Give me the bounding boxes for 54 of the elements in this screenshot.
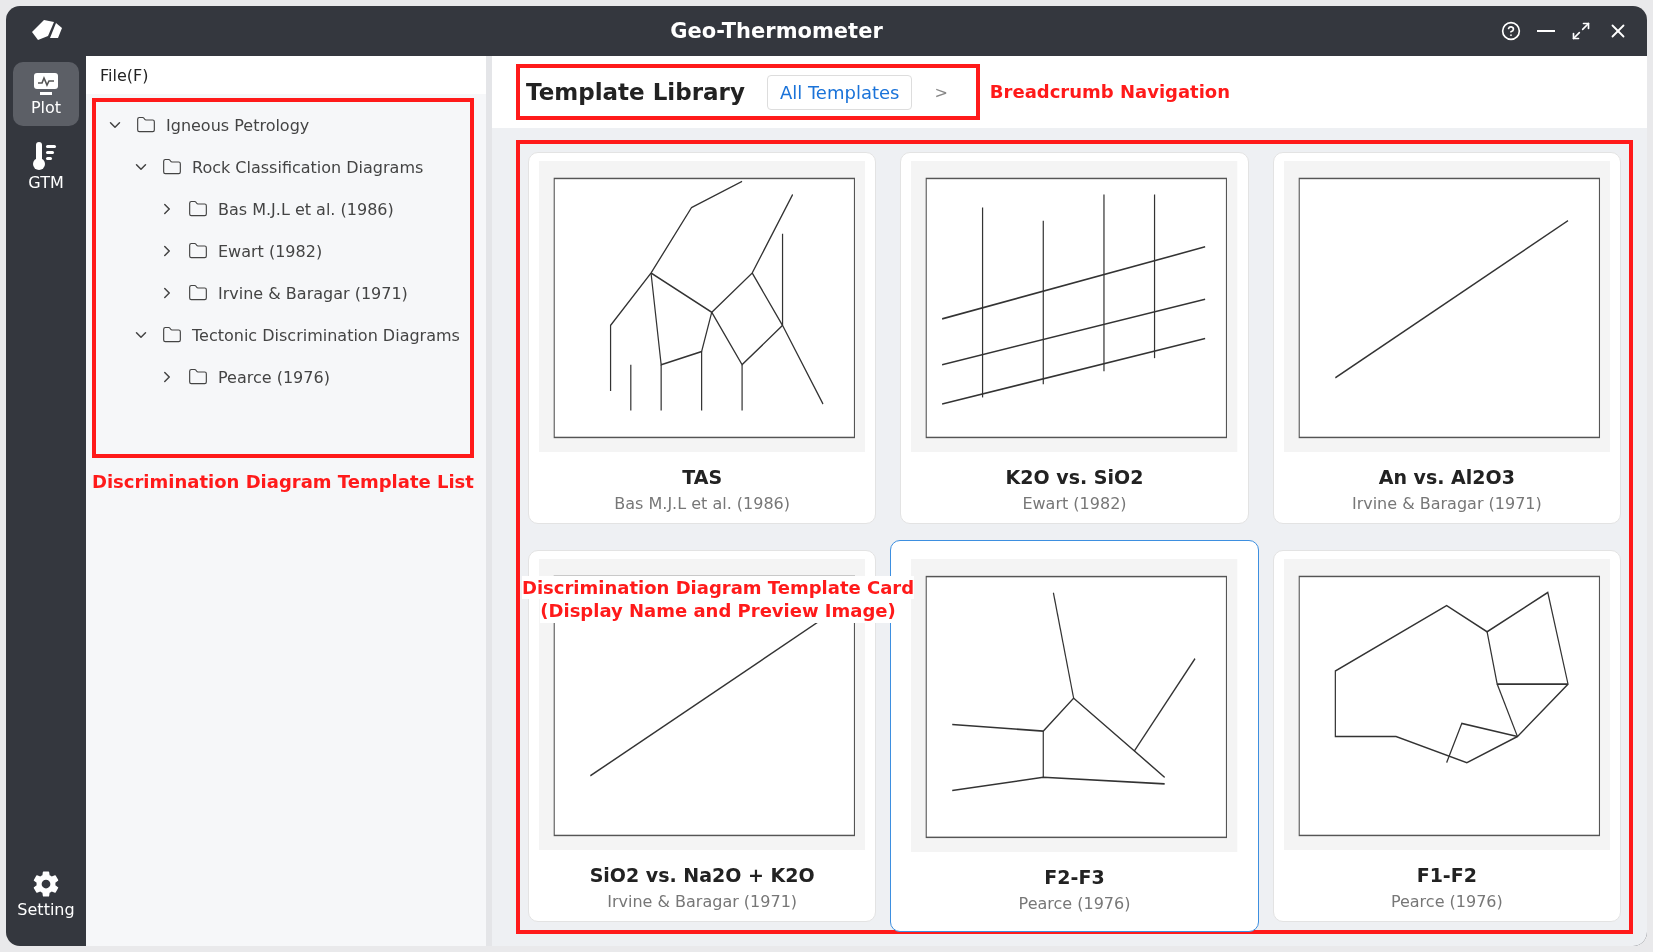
tree-item[interactable]: Rock Classification Diagrams <box>96 146 470 188</box>
tree-item[interactable]: Irvine & Baragar (1971) <box>96 272 470 314</box>
maximize-icon <box>1571 21 1591 41</box>
folder-icon <box>162 157 182 177</box>
monitor-chart-icon <box>33 71 59 96</box>
tree-item[interactable]: Pearce (1976) <box>96 356 470 398</box>
tree-item-label: Igneous Petrology <box>166 115 310 135</box>
template-card[interactable]: K2O vs. SiO2 Ewart (1982) <box>900 152 1249 524</box>
annotation-label: Breadcrumb Navigation <box>989 80 1231 104</box>
card-title: SiO2 vs. Na2O + K2O <box>589 864 815 886</box>
breadcrumb-separator: > <box>934 82 948 102</box>
card-title: TAS <box>682 466 723 488</box>
help-icon <box>1501 21 1521 41</box>
tree-item-label: Pearce (1976) <box>218 367 330 387</box>
tree-item-label: Tectonic Discrimination Diagrams <box>192 325 460 345</box>
tree-item[interactable]: Igneous Petrology <box>96 104 470 146</box>
card-subtitle: Bas M.J.L et al. (1986) <box>614 494 791 513</box>
menu-item[interactable]: File(F) <box>100 65 149 85</box>
minimize-icon <box>1537 30 1555 32</box>
settings-button[interactable]: Setting <box>13 862 79 926</box>
card-title: K2O vs. SiO2 <box>1005 466 1144 488</box>
breadcrumb-link[interactable]: All Templates <box>766 74 913 110</box>
tree-item-label: Rock Classification Diagrams <box>192 157 424 177</box>
window-title: Geo-Thermometer <box>669 19 884 43</box>
folder-icon <box>136 115 156 135</box>
settings-icon <box>32 869 60 898</box>
template-card[interactable]: TAS Bas M.J.L et al. (1986) <box>528 152 877 524</box>
annotation-label: (Display Name and Preview Image) <box>540 599 896 623</box>
tree-item[interactable]: Bas M.J.L et al. (1986) <box>96 188 470 230</box>
page-title: Template Library <box>526 79 745 105</box>
card-title: An vs. Al2O3 <box>1378 466 1515 488</box>
nav-button[interactable]: Plot <box>13 62 79 126</box>
card-title: F1-F2 <box>1416 864 1477 886</box>
annotation-label: Discrimination Diagram Template List <box>92 470 474 494</box>
nav-button[interactable]: GTM <box>13 134 79 198</box>
tree-item[interactable]: Ewart (1982) <box>96 230 470 272</box>
card-subtitle: Pearce (1976) <box>1018 894 1131 913</box>
folder-icon <box>188 241 208 261</box>
folder-icon <box>162 325 182 345</box>
folder-icon <box>188 199 208 219</box>
tree-item-label: Bas M.J.L et al. (1986) <box>218 199 394 219</box>
card-subtitle: Pearce (1976) <box>1390 892 1503 911</box>
card-subtitle: Ewart (1982) <box>1022 494 1127 513</box>
tree-item-label: Ewart (1982) <box>218 241 323 261</box>
folder-icon <box>188 367 208 387</box>
card-title: F2-F3 <box>1044 866 1105 888</box>
card-subtitle: Irvine & Baragar (1971) <box>1351 494 1542 513</box>
annotation-label: Discrimination Diagram Template Card <box>522 576 915 600</box>
template-card[interactable]: F1-F2 Pearce (1976) <box>1272 550 1621 922</box>
tree-item[interactable]: Tectonic Discrimination Diagrams <box>96 314 470 356</box>
template-card[interactable]: An vs. Al2O3 Irvine & Baragar (1971) <box>1272 152 1621 524</box>
tree-item-label: Irvine & Baragar (1971) <box>218 283 408 303</box>
folder-icon <box>188 283 208 303</box>
card-subtitle: Irvine & Baragar (1971) <box>607 892 798 911</box>
